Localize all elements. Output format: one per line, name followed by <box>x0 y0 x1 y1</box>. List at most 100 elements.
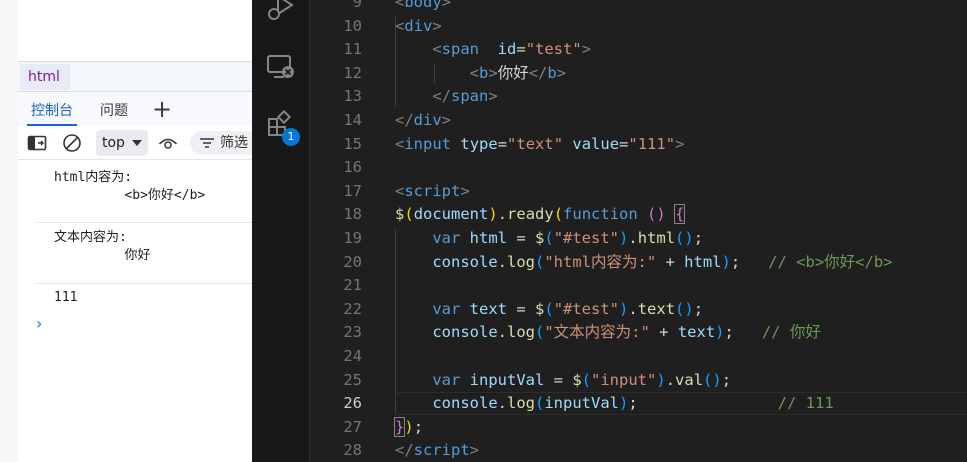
code-token: </ <box>395 111 414 129</box>
code-token: id <box>497 40 517 59</box>
devtools-panel: html 控制台 问题 + top 筛选 html内容为: <b>你好</b> … <box>0 0 252 462</box>
breadcrumb-html[interactable]: html <box>20 64 70 90</box>
code-token: // 你好 <box>761 323 821 342</box>
code-text: <b>你好</b> <box>395 62 566 86</box>
code-line[interactable]: 15 <input type="text" value="111"> <box>310 133 967 157</box>
code-token: </ <box>528 63 548 82</box>
code-text: <span id="test"> <box>395 38 591 62</box>
code-line[interactable]: 28 </script> <box>310 439 967 462</box>
code-line[interactable]: 27}); <box>310 416 967 440</box>
line-number: 28 <box>343 441 362 460</box>
code-token: 你好 <box>497 63 529 82</box>
code-token: var <box>432 299 461 318</box>
code-line[interactable]: 24 <box>310 345 967 369</box>
code-token: inputVal <box>469 370 545 389</box>
filter-input[interactable]: 筛选 <box>190 131 252 155</box>
code-token: b <box>479 63 489 82</box>
code-line[interactable]: 14 </div> <box>310 109 967 133</box>
code-token: () <box>675 299 694 318</box>
code-line[interactable]: 19 var html = $("#test").html(); <box>310 227 967 251</box>
code-token: var <box>432 370 461 389</box>
line-number: 18 <box>343 205 362 224</box>
code-token: ( <box>581 370 592 389</box>
code-token: = <box>507 299 535 318</box>
console-text: 你好 <box>54 248 151 263</box>
code-line[interactable]: 26 console.log(inputVal); // 111 <box>310 392 967 416</box>
run-debug-icon[interactable] <box>266 0 296 22</box>
code-token: value <box>572 134 620 153</box>
code-line[interactable]: 22 var text = $("#test").text(); <box>310 298 967 322</box>
code-line[interactable]: 17 <script> <box>310 180 967 204</box>
code-line[interactable]: 25 var inputVal = $("input").val(); <box>310 369 967 393</box>
code-text: <input type="text" value="111"> <box>395 133 684 157</box>
code-token: . <box>497 394 507 413</box>
code-token: . <box>497 205 508 224</box>
tab-console[interactable]: 控制台 <box>27 92 77 126</box>
code-token: html <box>469 229 507 247</box>
code-line[interactable]: 13 </span> <box>310 85 967 109</box>
context-select[interactable]: top <box>96 130 148 156</box>
live-expression-eye-icon[interactable] <box>158 133 178 153</box>
extensions-badge: 1 <box>282 128 300 146</box>
add-tab-button[interactable]: + <box>152 94 172 124</box>
line-number: 19 <box>343 229 362 247</box>
code-token: > <box>460 181 470 200</box>
line-number: 20 <box>343 252 362 271</box>
code-token: text <box>677 323 716 342</box>
code-token: ( <box>544 299 554 318</box>
line-number: 26 <box>343 394 362 413</box>
code-token: ) <box>404 417 414 436</box>
code-token: > <box>488 63 498 82</box>
code-token: log <box>507 323 535 342</box>
code-token: log <box>507 394 535 413</box>
code-token: = <box>497 134 508 153</box>
console-divider <box>36 283 252 284</box>
code-token: < <box>395 0 405 11</box>
code-token: "文本内容为:" <box>544 323 650 342</box>
code-line[interactable]: 20 console.log("html内容为:" + html); // <b… <box>310 251 967 275</box>
sidebar-toggle-icon[interactable] <box>27 133 47 153</box>
line-number: 25 <box>343 370 362 389</box>
code-line[interactable]: 16 <box>310 156 967 180</box>
code-token: div <box>413 111 442 129</box>
code-token: < <box>395 181 405 200</box>
code-token: > <box>488 87 498 106</box>
clear-console-icon[interactable] <box>62 133 82 153</box>
code-token: ; <box>724 323 762 342</box>
code-token: . <box>497 252 507 271</box>
code-token: . <box>628 229 638 247</box>
line-number: 16 <box>343 158 362 177</box>
line-number: 11 <box>343 40 362 59</box>
code-text: </span> <box>395 85 498 109</box>
console-prompt[interactable]: › <box>36 314 42 333</box>
code-token: + <box>656 252 685 271</box>
code-line[interactable]: 18 $(document).ready(function () { <box>310 203 967 227</box>
remote-explorer-icon[interactable] <box>266 52 296 82</box>
code-line[interactable]: 9 <body> <box>310 0 967 15</box>
code-token: console <box>432 323 498 342</box>
code-editor[interactable]: 9 <body> 10 <div> 11 <span id="test"> 12 <b>你… <box>310 0 967 462</box>
code-text: <body> <box>395 0 451 15</box>
code-token: span <box>441 40 479 59</box>
code-line[interactable]: 21 <box>310 274 967 298</box>
code-token: "test" <box>525 40 582 59</box>
code-token: </ <box>432 87 451 106</box>
code-text: var text = $("#test").text(); <box>395 298 703 322</box>
code-token: </ <box>395 441 414 460</box>
code-token: + <box>649 323 678 342</box>
devtools-gutter <box>0 0 18 462</box>
code-text: }); <box>393 416 423 440</box>
code-token: $ <box>535 299 545 318</box>
tab-issues[interactable]: 问题 <box>100 92 128 126</box>
code-token: ) <box>619 394 629 413</box>
code-line[interactable]: 11 <span id="test"> <box>310 38 967 62</box>
code-line[interactable]: 23 console.log("文本内容为:" + text); // 你好 <box>310 321 967 345</box>
code-token: ) <box>656 370 666 389</box>
code-line[interactable]: 12 <b>你好</b> <box>310 62 967 86</box>
code-line[interactable]: 10 <div> <box>310 15 967 39</box>
code-text: console.log(inputVal); // 111 <box>395 392 833 416</box>
filter-placeholder: 筛选 <box>220 135 248 151</box>
